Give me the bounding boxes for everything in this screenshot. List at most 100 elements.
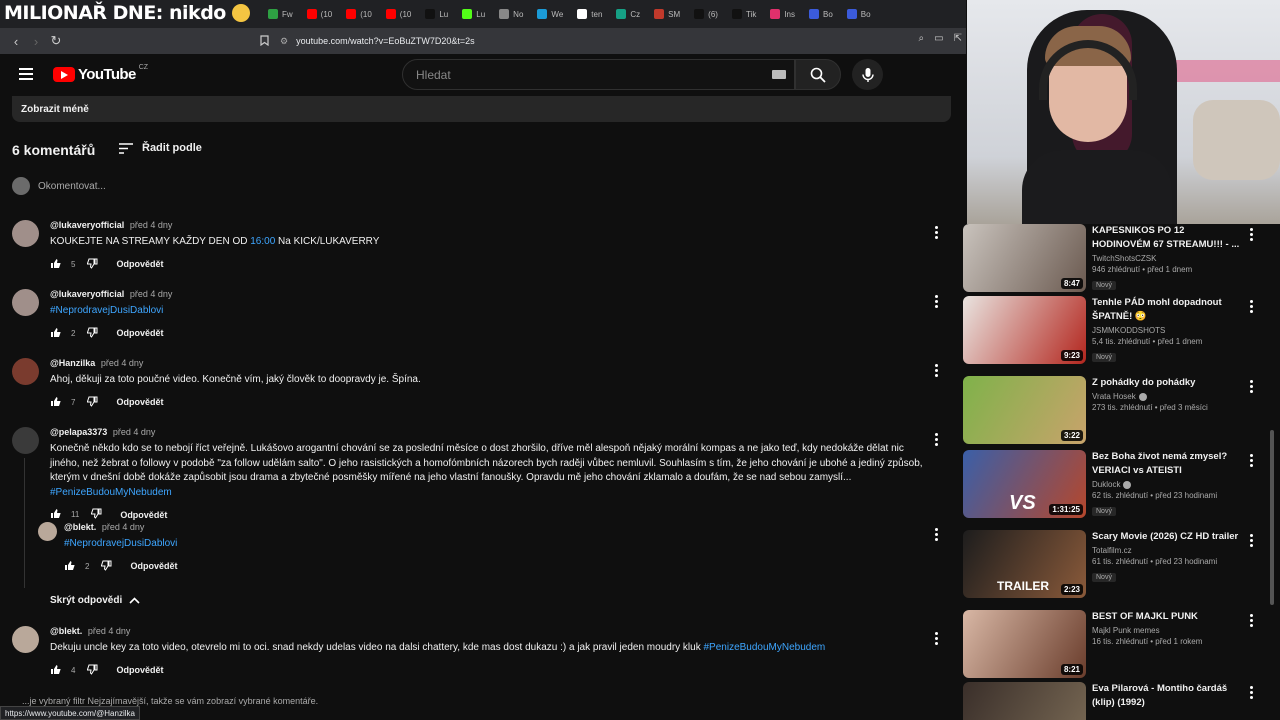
video-thumbnail[interactable]: 8:47 — [963, 224, 1086, 292]
reply-button[interactable]: Odpovědět — [116, 397, 163, 407]
comment-more-icon[interactable] — [935, 528, 939, 543]
voice-search-button[interactable] — [852, 59, 883, 90]
comment-link[interactable]: 16:00 — [250, 236, 275, 247]
site-info-icon[interactable]: ⚙ — [280, 36, 288, 47]
video-title[interactable]: KAPESNIKOS PO 12 HODINOVÉM 67 STREAMU!!!… — [1092, 224, 1242, 252]
dislike-icon[interactable] — [87, 664, 98, 677]
reply-button[interactable]: Odpovědět — [130, 561, 177, 571]
like-icon[interactable] — [50, 396, 61, 409]
add-comment[interactable]: Okomentovat... — [12, 177, 106, 195]
youtube-logo[interactable]: YouTube CZ — [53, 64, 148, 83]
show-less-button[interactable]: Zobrazit méně — [12, 96, 951, 122]
video-more-icon[interactable] — [1250, 614, 1254, 629]
video-channel[interactable]: TwitchShotsCZSK — [1092, 254, 1242, 263]
comment-author[interactable]: @blekt. — [50, 626, 82, 636]
reply-button[interactable]: Odpovědět — [116, 328, 163, 338]
dislike-icon[interactable] — [87, 258, 98, 271]
forward-icon[interactable]: › — [26, 34, 46, 49]
comment-author[interactable]: @lukaveryofficial — [50, 220, 124, 230]
comment-author[interactable]: @lukaveryofficial — [50, 289, 124, 299]
video-thumbnail[interactable] — [963, 682, 1086, 720]
comment-author[interactable]: @pelapa3373 — [50, 427, 107, 437]
comment-more-icon[interactable] — [935, 226, 939, 241]
reload-icon[interactable]: ↻ — [46, 33, 66, 49]
video-channel[interactable]: Totalfilm.cz — [1092, 546, 1242, 555]
browser-tab[interactable]: Lu — [456, 3, 491, 25]
search-button[interactable] — [795, 59, 841, 90]
sort-by-button[interactable]: Řadit podle — [119, 142, 202, 154]
video-channel[interactable]: Majkl Punk memes — [1092, 626, 1242, 635]
comment-link[interactable]: #NeprodravejDusiDablovi — [64, 538, 177, 549]
recommended-video[interactable]: 8:47 KAPESNIKOS PO 12 HODINOVÉM 67 STREA… — [963, 224, 1263, 294]
recommended-video[interactable]: VS 1:31:25 Bez Boha život nemá zmysel? V… — [963, 450, 1263, 520]
video-more-icon[interactable] — [1250, 380, 1254, 395]
video-channel[interactable]: JSMMKODDSHOTS — [1092, 326, 1242, 335]
browser-tab[interactable]: Lu — [419, 3, 454, 25]
comment-more-icon[interactable] — [935, 364, 939, 379]
browser-tab[interactable]: Cz — [610, 3, 646, 25]
browser-tab[interactable]: (10 — [340, 3, 378, 25]
reply-button[interactable]: Odpovědět — [116, 665, 163, 675]
video-title[interactable]: Eva Pilarová - Montiho čardáš (klip) (19… — [1092, 682, 1242, 710]
commenter-avatar[interactable] — [12, 427, 39, 454]
bookmark-icon[interactable] — [254, 34, 274, 49]
video-title[interactable]: Tenhle PÁD mohl dopadnout ŠPATNĚ! 😳 — [1092, 296, 1242, 324]
recommended-video[interactable]: Eva Pilarová - Montiho čardáš (klip) (19… — [963, 682, 1263, 720]
video-more-icon[interactable] — [1250, 300, 1254, 315]
scrollbar[interactable] — [1270, 430, 1274, 605]
comment-more-icon[interactable] — [935, 295, 939, 310]
commenter-avatar[interactable] — [12, 289, 39, 316]
browser-tab[interactable]: We — [531, 3, 569, 25]
comment-link[interactable]: #PenizeBudouMyNebudem — [50, 487, 172, 498]
search-input[interactable] — [416, 67, 756, 82]
comment-more-icon[interactable] — [935, 632, 939, 647]
cast-icon[interactable]: ▭ — [934, 33, 943, 44]
video-more-icon[interactable] — [1250, 228, 1254, 243]
recommended-video[interactable]: TRAILER 2:23 Scary Movie (2026) CZ HD tr… — [963, 530, 1263, 600]
like-icon[interactable] — [64, 560, 75, 573]
browser-tab[interactable]: (10 — [301, 3, 339, 25]
browser-tab[interactable]: No — [493, 3, 529, 25]
dislike-icon[interactable] — [91, 508, 102, 521]
browser-tab[interactable]: Bo — [841, 3, 877, 25]
browser-tab[interactable]: Bo — [803, 3, 839, 25]
browser-tab[interactable]: Ins — [764, 3, 801, 25]
video-thumbnail[interactable]: 3:22 — [963, 376, 1086, 444]
comment-author[interactable]: @blekt. — [64, 522, 96, 532]
dislike-icon[interactable] — [101, 560, 112, 573]
share-icon[interactable]: ⇱ — [954, 33, 962, 44]
keyboard-icon[interactable] — [772, 70, 786, 79]
browser-tab[interactable]: ten — [571, 3, 608, 25]
video-channel[interactable]: Duklock — [1092, 480, 1242, 489]
recommended-video[interactable]: 9:23 Tenhle PÁD mohl dopadnout ŠPATNĚ! 😳… — [963, 296, 1263, 366]
comment-link[interactable]: #NeprodravejDusiDablovi — [50, 305, 163, 316]
browser-tab[interactable]: (10 — [380, 3, 418, 25]
browser-tab[interactable]: (6) — [688, 3, 724, 25]
commenter-avatar[interactable] — [38, 522, 57, 541]
video-more-icon[interactable] — [1250, 686, 1254, 701]
video-more-icon[interactable] — [1250, 454, 1254, 469]
commenter-avatar[interactable] — [12, 626, 39, 653]
dislike-icon[interactable] — [87, 327, 98, 340]
recommended-video[interactable]: 3:22 Z pohádky do pohádky Vrata Hosek 27… — [963, 376, 1263, 446]
reply-button[interactable]: Odpovědět — [120, 510, 167, 520]
video-title[interactable]: Scary Movie (2026) CZ HD trailer — [1092, 530, 1242, 544]
dislike-icon[interactable] — [87, 396, 98, 409]
comment-author[interactable]: @Hanzilka — [50, 358, 95, 368]
commenter-avatar[interactable] — [12, 358, 39, 385]
browser-tab[interactable]: SM — [648, 3, 686, 25]
url-field[interactable]: ⚙ youtube.com/watch?v=EoBuZTW7D20&t=2s — [280, 32, 966, 50]
browser-tab[interactable]: Fw — [262, 3, 299, 25]
video-thumbnail[interactable]: VS 1:31:25 — [963, 450, 1086, 518]
hide-replies-button[interactable]: Skrýt odpovědi — [50, 595, 140, 606]
back-icon[interactable]: ‹ — [6, 34, 26, 49]
video-title[interactable]: Z pohádky do pohádky — [1092, 376, 1242, 390]
zoom-icon[interactable]: ⌕ — [919, 33, 925, 44]
commenter-avatar[interactable] — [12, 220, 39, 247]
video-more-icon[interactable] — [1250, 534, 1254, 549]
like-icon[interactable] — [50, 327, 61, 340]
comment-more-icon[interactable] — [935, 433, 939, 448]
browser-tab[interactable]: Tik — [726, 3, 762, 25]
video-channel[interactable]: Vrata Hosek — [1092, 392, 1242, 401]
menu-icon[interactable] — [19, 68, 33, 80]
